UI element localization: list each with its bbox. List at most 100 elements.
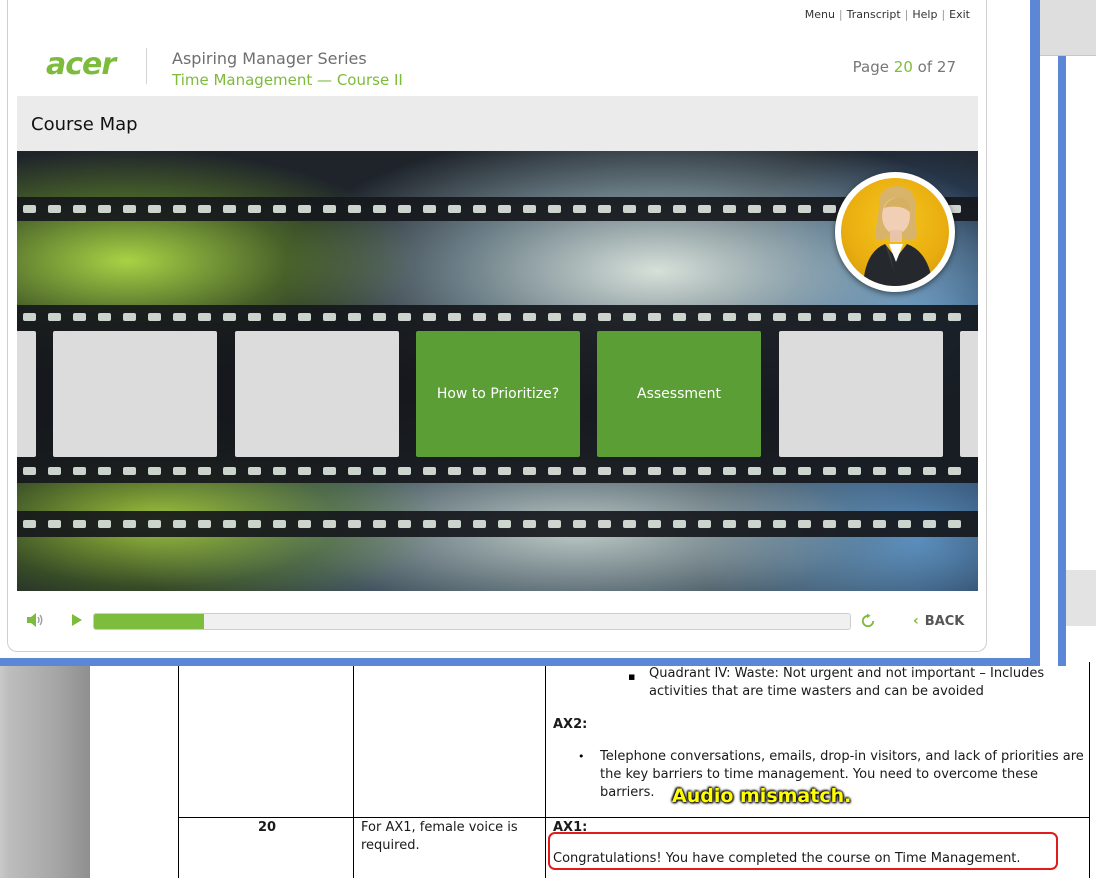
table-row-divider xyxy=(178,817,1090,818)
film-perforation xyxy=(298,467,311,475)
row-note: For AX1, female voice is required. xyxy=(361,820,518,853)
film-perforation xyxy=(823,205,836,213)
nav-separator: | xyxy=(941,8,946,21)
film-perforation xyxy=(748,313,761,321)
film-perforation xyxy=(698,520,711,528)
film-perforation xyxy=(448,313,461,321)
film-perforation xyxy=(73,313,86,321)
film-perforation xyxy=(523,520,536,528)
course-map-frame-assessment[interactable]: Assessment xyxy=(597,331,761,457)
film-perforation xyxy=(523,467,536,475)
film-perforation xyxy=(398,205,411,213)
frame-label xyxy=(235,331,399,457)
transcript-link[interactable]: Transcript xyxy=(847,8,901,21)
film-perforation xyxy=(423,467,436,475)
progress-bar[interactable] xyxy=(93,613,851,630)
film-perforation xyxy=(173,205,186,213)
film-perforation xyxy=(623,520,636,528)
film-perforation xyxy=(898,520,911,528)
film-perforation xyxy=(373,313,386,321)
film-perforation xyxy=(923,520,936,528)
film-perforation xyxy=(798,520,811,528)
film-perforation xyxy=(698,467,711,475)
film-perforation xyxy=(348,313,361,321)
film-perforation xyxy=(148,467,161,475)
frame-label: How to Prioritize? xyxy=(436,385,560,402)
film-strip-top xyxy=(17,197,978,221)
film-perforation xyxy=(248,520,261,528)
film-perforation xyxy=(398,467,411,475)
exit-link[interactable]: Exit xyxy=(949,8,970,21)
course-map-frame[interactable] xyxy=(17,331,36,457)
course-map-frame-how-to-prioritize[interactable]: How to Prioritize? xyxy=(416,331,580,457)
film-perforation xyxy=(748,205,761,213)
header-divider xyxy=(146,48,147,84)
film-perforation xyxy=(273,467,286,475)
film-perforation xyxy=(798,205,811,213)
film-perforation xyxy=(623,205,636,213)
film-perforation xyxy=(623,467,636,475)
film-perforation xyxy=(773,205,786,213)
film-perforation xyxy=(173,520,186,528)
film-perforation xyxy=(448,520,461,528)
film-perforation xyxy=(748,467,761,475)
film-perforation xyxy=(548,520,561,528)
film-perforation xyxy=(498,205,511,213)
page-total: 27 xyxy=(936,58,956,76)
nav-separator: | xyxy=(838,8,843,21)
film-perforations xyxy=(23,205,973,213)
course-map-frame[interactable] xyxy=(53,331,217,457)
film-perforation xyxy=(48,313,61,321)
film-perforation xyxy=(173,313,186,321)
film-perforation xyxy=(48,520,61,528)
film-perforation xyxy=(948,313,961,321)
progress-fill xyxy=(94,614,204,629)
film-perforation xyxy=(148,205,161,213)
film-perforation xyxy=(348,467,361,475)
player-window: Menu | Transcript | Help | Exit acer Aspiring … xyxy=(0,0,1030,658)
frame-label xyxy=(779,331,943,457)
film-perforation xyxy=(448,205,461,213)
film-perforation xyxy=(198,205,211,213)
film-perforation xyxy=(573,313,586,321)
background-window-panel xyxy=(1066,570,1096,626)
audio-icon[interactable] xyxy=(26,612,44,628)
film-perforation xyxy=(323,467,336,475)
series-title: Aspiring Manager Series xyxy=(172,49,367,68)
film-perforation xyxy=(923,313,936,321)
film-perforation xyxy=(623,313,636,321)
film-perforation xyxy=(773,520,786,528)
film-perforation xyxy=(298,205,311,213)
film-perforation xyxy=(873,520,886,528)
film-perforation xyxy=(848,520,861,528)
course-map-frame[interactable] xyxy=(235,331,399,457)
film-perforation xyxy=(948,467,961,475)
presenter-photo xyxy=(841,178,949,286)
film-perforation xyxy=(498,313,511,321)
help-link[interactable]: Help xyxy=(912,8,937,21)
film-perforation xyxy=(798,467,811,475)
presenter-avatar xyxy=(835,172,955,292)
back-button[interactable]: ‹ BACK xyxy=(913,613,964,629)
film-perforation xyxy=(873,313,886,321)
film-perforation xyxy=(673,520,686,528)
film-perforation xyxy=(773,313,786,321)
film-perforation xyxy=(573,520,586,528)
film-perforation xyxy=(773,467,786,475)
film-perforation xyxy=(273,205,286,213)
film-perforation xyxy=(398,520,411,528)
play-icon[interactable] xyxy=(70,613,84,627)
replay-icon[interactable] xyxy=(860,613,876,629)
slide-title-bar: Course Map xyxy=(17,96,978,151)
page-of: of xyxy=(917,58,933,76)
film-perforation xyxy=(573,467,586,475)
film-perforation xyxy=(123,520,136,528)
menu-link[interactable]: Menu xyxy=(805,8,835,21)
course-map-frame[interactable] xyxy=(960,331,978,457)
slide-title: Course Map xyxy=(31,114,138,135)
course-map-frame[interactable] xyxy=(779,331,943,457)
frame-label: Assessment xyxy=(637,385,721,402)
background-window-toolbar xyxy=(1040,0,1096,56)
ax2-label: AX2: xyxy=(553,717,588,732)
film-perforation xyxy=(348,520,361,528)
